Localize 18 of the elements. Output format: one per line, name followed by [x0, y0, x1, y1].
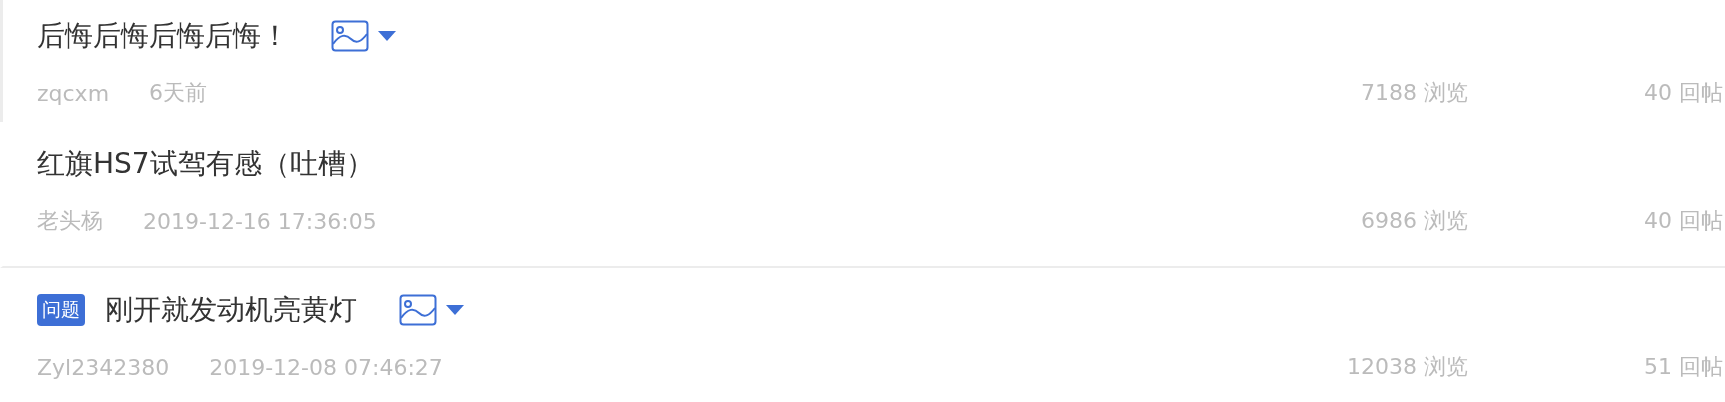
question-tag: 问题	[37, 294, 85, 326]
reply-count: 40 回帖	[1643, 207, 1724, 235]
view-count: 6986 浏览	[1361, 207, 1468, 235]
reply-count: 51 回帖	[1643, 353, 1724, 381]
view-count: 12038 浏览	[1347, 353, 1468, 381]
caret-icon[interactable]	[378, 31, 396, 41]
post-row[interactable]: 红旗HS7试驾有感（吐槽） 老头杨 2019-12-16 17:36:05 6986 浏览 40 回帖	[0, 122, 1725, 268]
post-title[interactable]: 红旗HS7试驾有感（吐槽）	[37, 145, 374, 183]
post-time: 2019-12-08 07:46:27	[209, 354, 443, 380]
caret-icon[interactable]	[446, 305, 464, 315]
post-title[interactable]: 刚开就发动机亮黄灯	[105, 291, 357, 329]
reply-count: 40 回帖	[1643, 79, 1724, 107]
post-time: 2019-12-16 17:36:05	[143, 208, 377, 234]
selected-post-row[interactable]: 后悔后悔后悔后悔！ zqcxm 6天前 7188 浏览 40 回帖	[0, 0, 1725, 122]
post-row[interactable]: 问题 刚开就发动机亮黄灯 Zyl2342380 2019-12-08 07:46:27 12038 浏览 51 回帖	[0, 268, 1725, 402]
post-time: 6天前	[149, 79, 208, 107]
post-title[interactable]: 后悔后悔后悔后悔！	[37, 17, 289, 55]
view-count: 7188 浏览	[1361, 79, 1468, 107]
